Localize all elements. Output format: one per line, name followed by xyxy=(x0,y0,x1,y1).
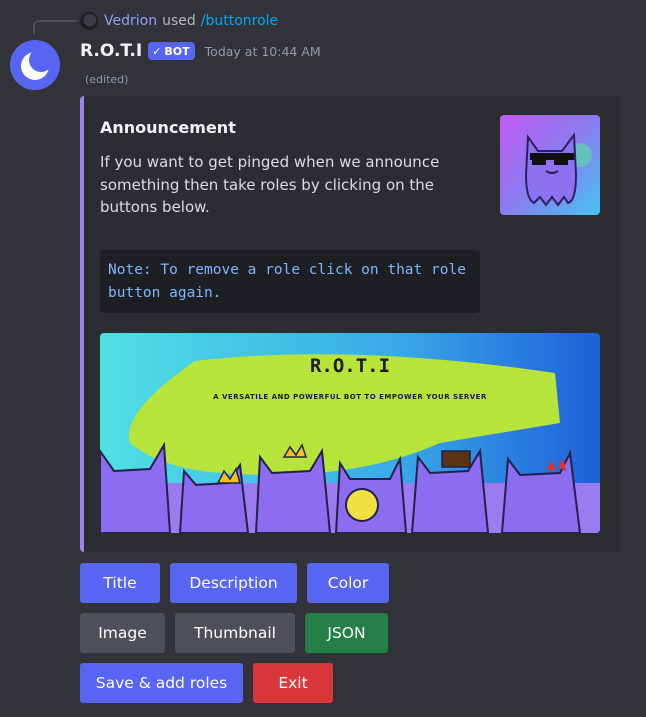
json-button[interactable]: JSON xyxy=(305,613,388,653)
bot-avatar[interactable] xyxy=(10,40,60,90)
title-button[interactable]: Title xyxy=(80,563,160,603)
save-and-add-roles-button[interactable]: Save & add roles xyxy=(80,663,243,703)
message-timestamp[interactable]: Today at 10:44 AM xyxy=(205,44,321,59)
description-button[interactable]: Description xyxy=(170,563,297,603)
edited-label: (edited) xyxy=(85,73,129,86)
reply-username[interactable]: Vedrion xyxy=(104,13,157,29)
reply-used-text: used xyxy=(162,13,196,29)
crescent-moon-icon xyxy=(10,40,60,90)
message-header: R.O.T.I ✓ BOT Today at 10:44 AM xyxy=(80,38,321,64)
reply-spine xyxy=(33,20,77,34)
bot-tag-label: BOT xyxy=(164,44,190,58)
reply-context[interactable]: Vedrion used /buttonrole xyxy=(80,10,278,32)
embed-banner-image[interactable]: R.O.T.I A VERSATILE AND POWERFUL BOT TO … xyxy=(100,333,600,533)
author-name[interactable]: R.O.T.I xyxy=(80,41,142,61)
exit-button[interactable]: Exit xyxy=(253,663,333,703)
bot-tag: ✓ BOT xyxy=(148,42,195,60)
thumbnail-button[interactable]: Thumbnail xyxy=(175,613,295,653)
color-button[interactable]: Color xyxy=(307,563,389,603)
embed: Announcement If you want to get pinged w… xyxy=(80,96,620,552)
image-button[interactable]: Image xyxy=(80,613,165,653)
embed-title: Announcement xyxy=(100,118,236,137)
embed-description: If you want to get pinged when we announ… xyxy=(100,153,440,216)
embed-code-block: Note: To remove a role click on that rol… xyxy=(100,250,480,313)
verified-check-icon: ✓ xyxy=(152,44,162,58)
cat-ghost-sunglasses-icon xyxy=(500,115,600,215)
banner-tagline: A VERSATILE AND POWERFUL BOT TO EMPOWER … xyxy=(213,393,487,401)
reply-command[interactable]: /buttonrole xyxy=(201,13,278,29)
banner-title: R.O.T.I xyxy=(309,355,391,377)
reply-avatar[interactable] xyxy=(80,12,98,30)
embed-thumbnail[interactable] xyxy=(500,115,600,215)
